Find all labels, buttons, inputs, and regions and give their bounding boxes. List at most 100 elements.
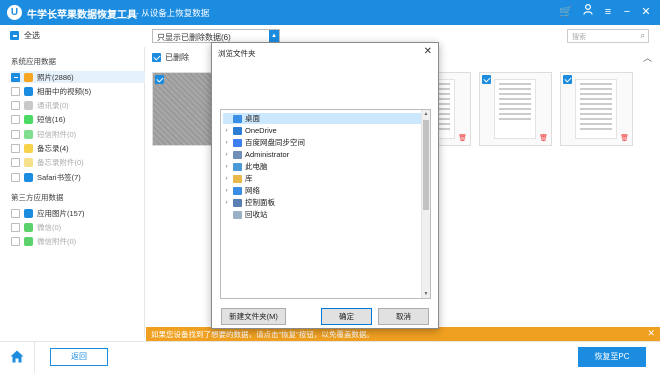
sidebar-item[interactable]: 相册中的视频(5) (11, 85, 145, 97)
tree-item[interactable]: › 网络 (223, 185, 421, 196)
sidebar-item-checkbox[interactable] (11, 101, 20, 111)
menu-icon[interactable]: ≡ (600, 4, 616, 20)
scrollbar-thumb[interactable] (423, 120, 429, 210)
sidebar-item-label: 短信附件(0) (37, 129, 77, 139)
bottom-bar: 返回 恢复至PC (0, 341, 660, 373)
tree-item[interactable]: › 百度网盘同步空间 (223, 137, 421, 148)
expand-icon[interactable]: › (223, 164, 230, 170)
tree-scrollbar[interactable]: ▲ ▼ (421, 110, 430, 298)
chevron-up-icon[interactable]: ︿ (643, 51, 652, 64)
search-input[interactable]: 搜索 ⌕ (567, 29, 649, 43)
sidebar-item-checkbox[interactable] (11, 115, 20, 125)
expand-icon[interactable]: › (223, 128, 230, 134)
sidebar: 系统应用数据 照片(2886) 相册中的视频(5) 通讯录(0) 短信(16) 短信附件… (0, 47, 145, 337)
category-icon (24, 101, 33, 111)
expand-icon[interactable]: › (223, 188, 230, 194)
home-button[interactable] (0, 342, 35, 373)
folder-icon (233, 174, 242, 183)
cancel-button[interactable]: 取消 (378, 308, 429, 325)
close-icon[interactable]: ✕ (647, 328, 655, 339)
folder-icon (233, 210, 242, 219)
title-bar: U 牛学长苹果数据恢复工具 - 从设备上恢复数据 🛒 ≡ − ✕ (0, 0, 660, 25)
screenshot-preview (575, 79, 617, 139)
sidebar-item-label: 相册中的视频(5) (37, 86, 92, 96)
ok-button[interactable]: 确定 (321, 308, 372, 325)
scroll-up-icon[interactable]: ▲ (422, 111, 430, 117)
tree-item[interactable]: 回收站 (223, 209, 421, 220)
deleted-filter-select[interactable]: 只显示已删除数据(6) ▲ (152, 29, 280, 43)
category-icon (24, 158, 33, 168)
warning-bar: 如果您设备找到了想要的数据，请点击"恢复"按钮，以免覆盖数据。 ✕ (146, 327, 660, 341)
folder-icon (233, 138, 242, 147)
minimize-icon[interactable]: − (619, 4, 635, 20)
tree-item[interactable]: › Administrator (223, 149, 421, 160)
cart-icon[interactable]: 🛒 (558, 4, 574, 20)
sidebar-item-checkbox[interactable] (11, 172, 20, 182)
select-all-label: 全选 (24, 31, 40, 40)
sidebar-item[interactable]: 照片(2886) (11, 71, 145, 83)
scroll-down-icon[interactable]: ▼ (422, 291, 430, 297)
sidebar-item-checkbox[interactable] (11, 144, 20, 153)
user-icon[interactable] (580, 3, 596, 20)
sidebar-item-checkbox[interactable] (11, 158, 20, 168)
folder-icon (233, 114, 242, 123)
new-folder-button[interactable]: 新建文件夹(M) (221, 308, 286, 325)
sidebar-item[interactable]: 通讯录(0) (11, 100, 145, 112)
warning-text: 如果您设备找到了想要的数据，请点击"恢复"按钮，以免覆盖数据。 (151, 330, 374, 339)
sidebar-item-checkbox[interactable] (11, 129, 20, 139)
photo-checkbox[interactable] (482, 75, 491, 84)
sidebar-item-label: 备忘录附件(0) (37, 158, 84, 168)
photo-thumbnail[interactable]: 🗑 (479, 72, 552, 146)
tree-item[interactable]: › 此电脑 (223, 161, 421, 172)
sidebar-item-checkbox[interactable] (11, 237, 20, 247)
expand-icon[interactable]: › (223, 176, 230, 182)
sidebar-item[interactable]: 微信附件(0) (11, 236, 145, 248)
app-logo: U (7, 5, 22, 20)
photo-thumbnail[interactable]: 🗑 (560, 72, 633, 146)
browse-folder-dialog: 浏览文件夹 ✕ 桌面 › OneDrive › 百度网盘同步空间 › Administrat… (211, 42, 439, 329)
sidebar-item-checkbox[interactable] (11, 86, 20, 96)
category-icon (24, 208, 33, 218)
tree-item[interactable]: › 库 (223, 173, 421, 184)
tree-item[interactable]: › 控制面板 (223, 197, 421, 208)
sidebar-item[interactable]: 短信附件(0) (11, 128, 145, 140)
sidebar-item[interactable]: 微信(0) (11, 221, 145, 233)
select-all-checkbox[interactable] (10, 31, 19, 40)
back-button[interactable]: 返回 (50, 348, 108, 366)
folder-icon (233, 162, 242, 171)
photo-checkbox[interactable] (563, 75, 572, 84)
deleted-group-header[interactable]: 已删除 (152, 52, 189, 63)
close-icon[interactable]: ✕ (424, 46, 432, 57)
recover-to-pc-button[interactable]: 恢复至PC (578, 347, 646, 367)
category-icon (24, 222, 33, 232)
folder-tree[interactable]: 桌面 › OneDrive › 百度网盘同步空间 › Administrator › 此电脑 › 库… (220, 109, 431, 299)
tree-item[interactable]: 桌面 (223, 113, 421, 124)
close-icon[interactable]: ✕ (638, 4, 654, 20)
select-all[interactable]: 全选 (10, 30, 40, 41)
folder-icon (233, 150, 242, 159)
app-subtitle: - 从设备上恢复数据 (136, 8, 210, 18)
tree-item[interactable]: › OneDrive (223, 125, 421, 136)
tree-item-label: 回收站 (245, 210, 268, 219)
sidebar-item-label: Safari书签(7) (37, 172, 81, 182)
expand-icon[interactable]: › (223, 152, 230, 158)
deleted-group-checkbox[interactable] (152, 53, 161, 62)
sidebar-item-checkbox[interactable] (11, 208, 20, 218)
sidebar-item[interactable]: Safari书签(7) (11, 171, 145, 183)
sidebar-item-label: 应用图片(157) (37, 208, 85, 218)
sidebar-item[interactable]: 备忘录(4) (11, 143, 145, 155)
sidebar-item[interactable]: 备忘录附件(0) (11, 157, 145, 169)
category-icon (24, 129, 33, 139)
expand-icon[interactable]: › (223, 140, 230, 146)
category-icon (24, 237, 33, 247)
filter-select-value: 只显示已删除数据(6) (157, 33, 231, 42)
trash-icon: 🗑 (458, 135, 467, 142)
sidebar-item[interactable]: 应用图片(157) (11, 207, 145, 219)
expand-icon[interactable]: › (223, 200, 230, 206)
sidebar-item-checkbox[interactable] (11, 72, 20, 82)
tree-item-label: 此电脑 (245, 162, 268, 171)
sidebar-item-checkbox[interactable] (11, 222, 20, 232)
sidebar-item[interactable]: 短信(16) (11, 114, 145, 126)
photo-checkbox[interactable] (155, 75, 164, 84)
search-placeholder: 搜索 (572, 34, 586, 41)
